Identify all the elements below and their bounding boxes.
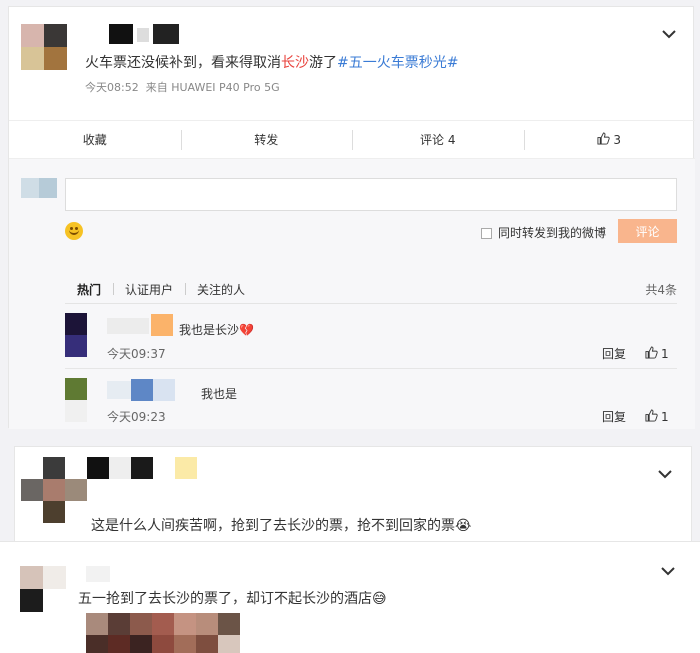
divider: [65, 368, 677, 369]
chevron-down-icon[interactable]: [660, 566, 680, 580]
thumb-up-icon: [645, 409, 658, 425]
like-button[interactable]: 3: [523, 121, 696, 158]
comment-like-button[interactable]: 1: [645, 409, 669, 425]
hashtag-link[interactable]: #五一火车票秒光#: [337, 55, 458, 71]
place-highlight: 长沙: [281, 55, 309, 71]
filter-following[interactable]: 关注的人: [185, 281, 257, 298]
comment-time: 今天09:23: [107, 410, 166, 424]
post-text: 这是什么人间疾苦啊，抢到了去长沙的票，抢不到回家的票😭: [91, 518, 472, 534]
post-text: 五一抢到了去长沙的票了，却订不起长沙的酒店😅: [78, 591, 387, 607]
commenter-avatar[interactable]: [65, 378, 87, 422]
commenter-avatar[interactable]: [65, 313, 87, 357]
commenter-name[interactable]: [107, 379, 197, 401]
reply-button[interactable]: 回复: [602, 345, 626, 362]
comment-time: 今天09:37: [107, 347, 166, 361]
comment-input[interactable]: [65, 178, 677, 211]
username[interactable]: [85, 24, 205, 44]
username[interactable]: [87, 457, 227, 479]
sweat-smile-icon: 😅: [372, 591, 387, 607]
commenter-name[interactable]: [107, 314, 173, 336]
repost-checkbox[interactable]: [481, 228, 492, 239]
comment-like-button[interactable]: 1: [645, 346, 669, 362]
avatar[interactable]: [20, 566, 66, 612]
collect-button[interactable]: 收藏: [9, 121, 181, 158]
filter-hot[interactable]: 热门: [65, 281, 113, 298]
comment-area: 同时转发到我的微博 评论 热门 认证用户 关注的人 共4条 我也是长沙💔 今天0…: [9, 158, 695, 429]
post-card: 这是什么人间疾苦啊，抢到了去长沙的票，抢不到回家的票😭: [14, 446, 692, 547]
post-actions: 收藏 转发 评论 4 3: [9, 120, 695, 158]
post-image[interactable]: [86, 613, 240, 653]
post-timestamp[interactable]: 今天08:52: [85, 81, 139, 94]
crying-face-icon: 😭: [455, 518, 472, 534]
avatar[interactable]: [21, 457, 87, 525]
post-card: 火车票还没候补到，看来得取消长沙游了#五一火车票秒光# 今天08:52 来自 H…: [8, 6, 695, 429]
chevron-down-icon[interactable]: [661, 29, 681, 43]
smile-icon[interactable]: [65, 222, 83, 240]
post-text: 火车票还没候补到，看来得取消长沙游了#五一火车票秒光#: [85, 55, 459, 71]
chevron-down-icon[interactable]: [657, 469, 677, 483]
divider: [65, 303, 677, 304]
thumb-up-icon: [645, 346, 658, 362]
comment-total: 共4条: [645, 282, 677, 297]
comment-text: 我也是长沙💔: [179, 323, 254, 337]
avatar[interactable]: [21, 24, 67, 70]
comment-text: 我也是: [201, 387, 238, 401]
submit-comment-button[interactable]: 评论: [618, 219, 677, 243]
reply-button[interactable]: 回复: [602, 408, 626, 425]
comment-filters: 热门 认证用户 关注的人 共4条: [65, 277, 677, 301]
username[interactable]: [86, 566, 110, 582]
broken-heart-icon: 💔: [239, 323, 254, 337]
forward-button[interactable]: 转发: [180, 121, 353, 158]
repost-label: 同时转发到我的微博: [498, 226, 607, 240]
filter-verified[interactable]: 认证用户: [113, 281, 185, 298]
post-card: 五一抢到了去长沙的票了，却订不起长沙的酒店😅: [0, 541, 700, 653]
post-meta: 今天08:52 来自 HUAWEI P40 Pro 5G: [85, 79, 280, 95]
thumb-up-icon: [597, 131, 611, 148]
my-avatar: [21, 178, 57, 198]
post-source[interactable]: 来自 HUAWEI P40 Pro 5G: [146, 81, 280, 94]
comment-button[interactable]: 评论 4: [352, 121, 524, 158]
